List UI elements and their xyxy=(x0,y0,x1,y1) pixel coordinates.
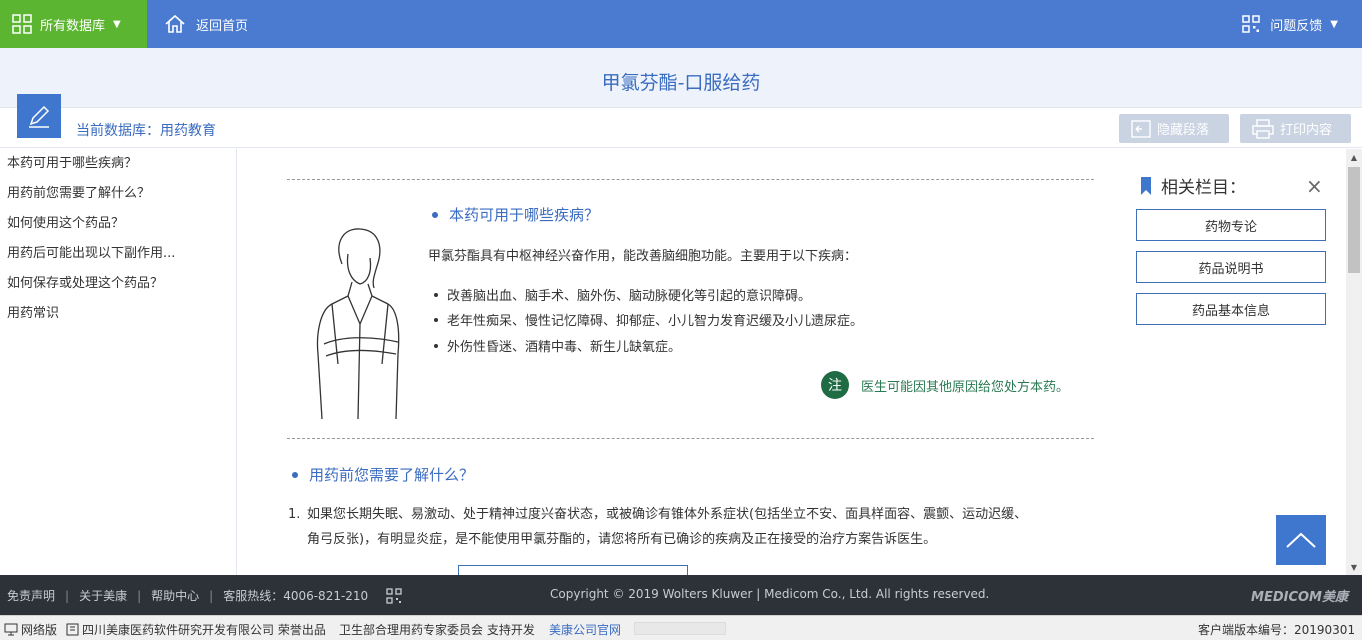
print-content-label: 打印内容 xyxy=(1280,123,1333,138)
scroll-down-arrow-icon[interactable]: ▼ xyxy=(1346,559,1362,575)
hide-paragraph-button[interactable]: 隐藏段落 xyxy=(1119,114,1229,143)
bookmark-icon xyxy=(1141,176,1151,195)
grid-icon xyxy=(12,14,32,34)
about-link[interactable]: 关于美康 xyxy=(79,587,127,604)
hotline-text: 客服热线：4006-821-210 xyxy=(223,589,369,603)
page-footer: 免责声明 | 关于美康 | 帮助中心 | 客服热线：4006-821-210 C… xyxy=(0,575,1362,615)
sidebar-item-storage[interactable]: 如何保存或处理这个药品？ xyxy=(0,270,236,300)
all-databases-label: 所有数据库 xyxy=(40,18,106,34)
footer-separator: | xyxy=(209,588,214,603)
client-version: 客户端版本编号：20190301 xyxy=(1198,623,1356,637)
indications-intro: 甲氯芬酯具有中枢神经兴奋作用，能改善脑细胞功能。主要用于以下疾病： xyxy=(428,249,858,264)
network-icon xyxy=(4,623,18,636)
bullet-dot-icon xyxy=(432,211,438,218)
sidebar-item-side-effects[interactable]: 用药后可能出现以下副作用... xyxy=(0,240,236,270)
close-icon[interactable]: × xyxy=(1306,174,1323,198)
help-center-link[interactable]: 帮助中心 xyxy=(151,587,199,604)
all-databases-menu[interactable]: 所有数据库 ▼ xyxy=(0,0,147,48)
scroll-up-arrow-icon[interactable]: ▲ xyxy=(1346,149,1362,165)
hide-paragraph-label: 隐藏段落 xyxy=(1157,123,1210,138)
back-home-link[interactable]: 返回首页 xyxy=(164,0,248,48)
related-panel-title: 相关栏目： xyxy=(1140,173,1246,198)
back-home-label: 返回首页 xyxy=(196,18,249,34)
medicom-logo: MEDICOM美康 xyxy=(1251,590,1348,605)
related-drug-monograph-button[interactable]: 药物专论 xyxy=(1136,209,1326,241)
pencil-icon xyxy=(29,105,50,128)
footer-links: 免责声明 | 关于美康 | 帮助中心 | 客服热线：4006-821-210 xyxy=(7,587,402,604)
support-credit: 卫生部合理用药专家委员会 支持开发 xyxy=(339,623,535,637)
title-strip: 甲氯芬酯-口服给药 xyxy=(0,48,1362,108)
list-item: 改善脑出血、脑手术、脑外伤、脑动脉硬化等引起的意识障碍。 xyxy=(434,285,811,304)
bullet-dot-icon xyxy=(292,471,298,478)
current-database-label: 当前数据库：用药教育 xyxy=(76,123,216,139)
network-edition: 网络版 xyxy=(4,621,57,638)
doctor-illustration xyxy=(316,228,400,420)
note-badge-icon: 注 xyxy=(821,371,849,399)
status-bar: 网络版 四川美康医药软件研究开发有限公司 荣誉出品 卫生部合理用药专家委员会 支… xyxy=(0,615,1362,640)
home-icon xyxy=(165,14,185,33)
top-navigation-bar: 所有数据库 ▼ 返回首页 问题反馈 ▼ xyxy=(0,0,1362,48)
footer-separator: | xyxy=(137,588,142,603)
numbered-item-line: 如果您长期失眠、易激动、处于精神过度兴奋状态，或被确诊有锥体外系症状(包括坐立不… xyxy=(307,507,1028,522)
section-heading-indications: 本药可用于哪些疾病？ xyxy=(432,204,599,225)
status-progress-bar xyxy=(634,622,726,635)
disclaimer-link[interactable]: 免责声明 xyxy=(7,587,55,604)
official-site-link[interactable]: 美康公司官网 xyxy=(549,621,621,638)
page-title: 甲氯芬酯-口服给药 xyxy=(601,72,761,94)
section-divider xyxy=(287,179,1094,180)
section-heading-before-use: 用药前您需要了解什么？ xyxy=(292,464,474,485)
list-item: 外伤性昏迷、酒精中毒、新生儿缺氧症。 xyxy=(434,336,681,355)
company-credit: 四川美康医药软件研究开发有限公司 荣誉出品 xyxy=(66,621,326,638)
section-sidebar: 本药可用于哪些疾病？ 用药前您需要了解什么？ 如何使用这个药品？ 用药后可能出现… xyxy=(0,149,237,575)
printer-icon xyxy=(1252,118,1274,139)
vertical-scrollbar[interactable]: ▲ ▼ xyxy=(1346,149,1362,575)
qr-code-icon xyxy=(1242,15,1261,33)
feedback-menu[interactable]: 问题反馈 ▼ xyxy=(1242,0,1338,48)
feedback-label: 问题反馈 xyxy=(1270,18,1323,34)
chevron-down-icon: ▼ xyxy=(113,18,121,30)
sidebar-item-how-to-use[interactable]: 如何使用这个药品？ xyxy=(0,210,236,240)
list-item: 老年性痴呆、慢性记忆障碍、抑郁症、小儿智力发育迟缓及小儿遗尿症。 xyxy=(434,310,863,329)
qr-code-icon[interactable] xyxy=(386,587,402,604)
related-title-text: 相关栏目： xyxy=(1161,178,1246,198)
related-basic-info-button[interactable]: 药品基本信息 xyxy=(1136,293,1326,325)
partial-box xyxy=(458,565,688,575)
section-heading-text: 用药前您需要了解什么？ xyxy=(309,466,475,484)
sidebar-item-general-knowledge[interactable]: 用药常识 xyxy=(0,300,236,330)
copyright-text: Copyright © 2019 Wolters Kluwer | Medico… xyxy=(550,587,990,601)
scroll-thumb[interactable] xyxy=(1348,167,1360,273)
chevron-up-icon xyxy=(1286,532,1316,548)
numbered-item-line: 角弓反张)，有明显炎症，是不能使用甲氯芬酯的，请您将所有已确诊的疾病及正在接受的… xyxy=(307,532,937,547)
print-content-button[interactable]: 打印内容 xyxy=(1240,114,1351,143)
document-icon xyxy=(66,623,79,636)
collapse-icon xyxy=(1131,119,1151,138)
chevron-down-icon: ▼ xyxy=(1330,18,1338,30)
edit-badge xyxy=(17,94,61,138)
section-divider xyxy=(287,438,1094,439)
back-to-top-button[interactable] xyxy=(1276,515,1326,565)
footer-separator: | xyxy=(65,588,70,603)
numbered-item-number: 1. xyxy=(288,507,301,522)
sidebar-item-before-use[interactable]: 用药前您需要了解什么？ xyxy=(0,180,236,210)
section-heading-text: 本药可用于哪些疾病？ xyxy=(449,206,600,224)
sidebar-item-indications[interactable]: 本药可用于哪些疾病？ xyxy=(0,150,236,180)
related-package-insert-button[interactable]: 药品说明书 xyxy=(1136,251,1326,283)
doctor-note: 注 医生可能因其他原因给您处方本药。 xyxy=(821,371,1069,399)
note-text: 医生可能因其他原因给您处方本药。 xyxy=(861,379,1070,395)
